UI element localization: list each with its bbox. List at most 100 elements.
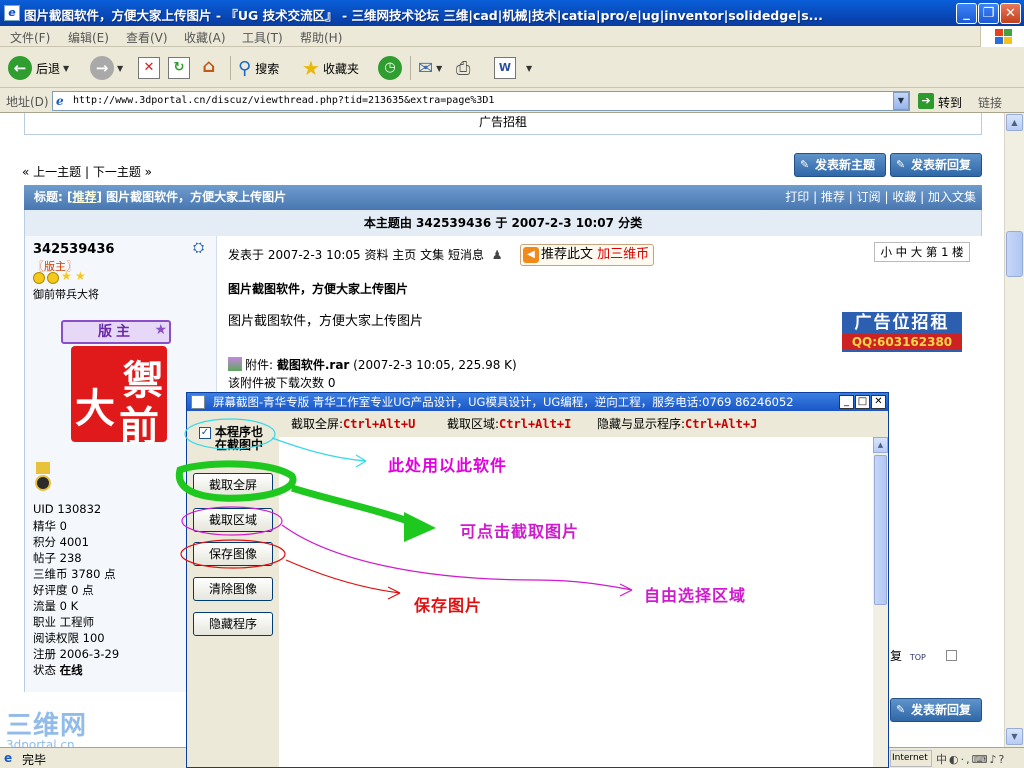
hotkey-hide: 隐藏与显示程序:Ctrl+Alt+J [597,417,758,431]
menu-view[interactable]: 查看(V) [126,29,168,46]
qq-icon: ♟ [491,248,503,262]
app-title: 屏幕截图-青华专版 青华工作室专业UG产品设计，UG模具设计，UG编程，逆向工程… [213,395,794,409]
home-button[interactable]: ⌂ [198,54,220,82]
capture-area-button[interactable]: 截取区域 [193,508,273,532]
annotation-text-click-capture: 可点击截取图片 [460,522,580,541]
clear-image-button[interactable]: 清除图像 [193,577,273,601]
go-button[interactable]: 转到 [938,94,962,111]
app-maximize-button[interactable]: □ [855,395,870,409]
capture-fullscreen-button[interactable]: 截取全屏 [193,473,273,497]
stop-button[interactable]: ✕ [138,54,160,82]
menu-file[interactable]: 文件(F) [10,29,50,46]
menu-edit[interactable]: 编辑(E) [68,29,109,46]
rank-smiley-icon [33,272,45,284]
post-meta: 发表于 2007-2-3 10:05 资料 主页 文集 短消息 ♟ ◀ 推荐此文… [228,244,655,266]
annotation-text-free-select: 自由选择区域 [644,586,747,605]
chevron-down-icon: ▼ [117,63,124,73]
prev-topic-link[interactable]: 上一主题 [33,165,81,179]
chevron-down-icon: ▼ [526,63,533,73]
forward-button[interactable]: → ▼ [90,54,123,82]
app-minimize-button[interactable]: _ [839,395,854,409]
user-rank: 御前带兵大将 [33,288,99,301]
address-dropdown-button[interactable]: ▼ [893,92,909,110]
checkmark-icon: ✓ [199,427,211,439]
mail-icon: ✉ [418,57,434,79]
edit-button[interactable]: W ▼ [494,54,532,82]
window-title-bar: e 图片截图软件，方便大家上传图片 - 『UG 技术交流区』 - 三维网技术论坛… [0,0,1024,26]
top-ad-box: 广告招租 [24,113,982,135]
new-topic-button[interactable]: 发表新主题 [794,153,886,177]
toolbar-divider [230,56,231,80]
security-zone: Internet [890,750,932,767]
user-name[interactable]: 342539436 [33,242,114,257]
hotkey-area: 截取区域:Ctrl+Alt+I [447,417,572,431]
refresh-button[interactable]: ↻ [168,54,190,82]
avatar-seal: 大 禦 前 將 [71,346,167,450]
stat-digest: 精华 0 [33,519,67,533]
new-reply-button[interactable]: 发表新回复 [890,153,982,177]
new-reply-button-bottom[interactable]: 发表新回复 [890,698,982,722]
online-users-icon: ⛭ [193,240,205,256]
scroll-down-icon[interactable]: ▼ [1006,728,1023,745]
ie-icon: e [4,5,20,21]
next-topic-link[interactable]: 下一主题 [93,165,141,179]
menu-bar: 文件(F) 编辑(E) 查看(V) 收藏(A) 工具(T) 帮助(H) [0,26,1024,47]
print-button[interactable]: ⎙ [456,54,470,82]
ad-banner[interactable]: 广告位招租 QQ:603162380 [842,312,962,352]
page-scrollbar[interactable]: ▲ ▼ [1004,113,1024,747]
links-button[interactable]: 链接 [978,94,1002,111]
medal-icon [33,462,53,496]
scroll-thumb[interactable] [874,455,887,605]
history-button[interactable]: ◷ [378,54,402,82]
maximize-button[interactable]: ❐ [978,3,999,24]
speaker-icon: ◀ [523,247,539,263]
app-close-button[interactable]: ✕ [871,395,886,409]
scroll-up-icon[interactable]: ▲ [1006,114,1023,131]
hide-program-button[interactable]: 隐藏程序 [193,612,273,636]
recommend-button[interactable]: ◀ 推荐此文 加三维币 [520,244,655,266]
moderator-badge: 版主 ★ [61,320,171,344]
attachment-link[interactable]: 截图软件.rar [277,358,350,372]
menu-help[interactable]: 帮助(H) [300,29,342,46]
top-link[interactable]: TOP [910,653,926,662]
back-button[interactable]: ← 后退 ▼ [8,54,69,82]
back-label: 后退 [36,61,61,76]
stat-uid: UID 130832 [33,502,102,516]
mail-button[interactable]: ✉ ▼ [418,54,442,82]
search-button[interactable]: ⚲ 搜索 [238,54,279,82]
menu-tools[interactable]: 工具(T) [242,29,283,46]
app-canvas[interactable] [279,437,873,767]
select-checkbox[interactable] [945,650,957,661]
stat-status: 状态 在线 [33,663,83,677]
rank-star-icon: ★ [75,269,86,283]
page-done-icon: e [4,751,13,765]
star-icon: ★ [302,56,320,80]
app-scrollbar[interactable]: ▲ [873,437,888,767]
scroll-up-icon[interactable]: ▲ [873,437,888,453]
refresh-icon: ↻ [168,57,190,79]
favorites-button[interactable]: ★ 收藏夹 [302,54,359,82]
menu-favorites[interactable]: 收藏(A) [184,29,226,46]
address-bar: 地址(D) e http://www.3dportal.cn/discuz/vi… [0,89,1024,113]
save-image-button[interactable]: 保存图像 [193,542,273,566]
top-ad-text[interactable]: 广告招租 [479,115,527,129]
minimize-button[interactable]: _ [956,3,977,24]
window-title: 图片截图软件，方便大家上传图片 - 『UG 技术交流区』 - 三维网技术论坛 三… [24,8,823,23]
ime-tray-icons[interactable]: 中◐·,⌨♪? [936,751,1006,767]
stat-read-permission: 阅读权限 100 [33,631,105,645]
font-size-floor[interactable]: 小 中 大 第 1 楼 [874,242,970,262]
site-watermark: 三维网 3dportal.cn [6,711,88,747]
windows-logo-icon [980,26,1024,47]
app-button-panel: ✓ 本程序也在截图中 截取全屏 截取区域 保存图像 清除图像 隐藏程序 [187,426,279,767]
scroll-thumb[interactable] [1006,231,1023,277]
go-arrow-icon[interactable]: ➔ [918,93,934,109]
address-input[interactable]: e http://www.3dportal.cn/discuz/viewthre… [52,91,910,111]
thread-title: 标题: [推荐] 图片截图软件，方便大家上传图片 [34,190,287,204]
history-icon: ◷ [378,56,402,80]
close-button[interactable]: ✕ [1000,3,1021,24]
thread-tag-link[interactable]: 推荐 [72,190,96,204]
thread-header: 标题: [推荐] 图片截图软件，方便大家上传图片 打印 | 推荐 | 订阅 | … [24,185,982,210]
stat-points: 积分 4001 [33,535,89,549]
thread-actions[interactable]: 打印 | 推荐 | 订阅 | 收藏 | 加入文集 [785,185,976,210]
stat-rating: 好评度 0 点 [33,583,94,597]
